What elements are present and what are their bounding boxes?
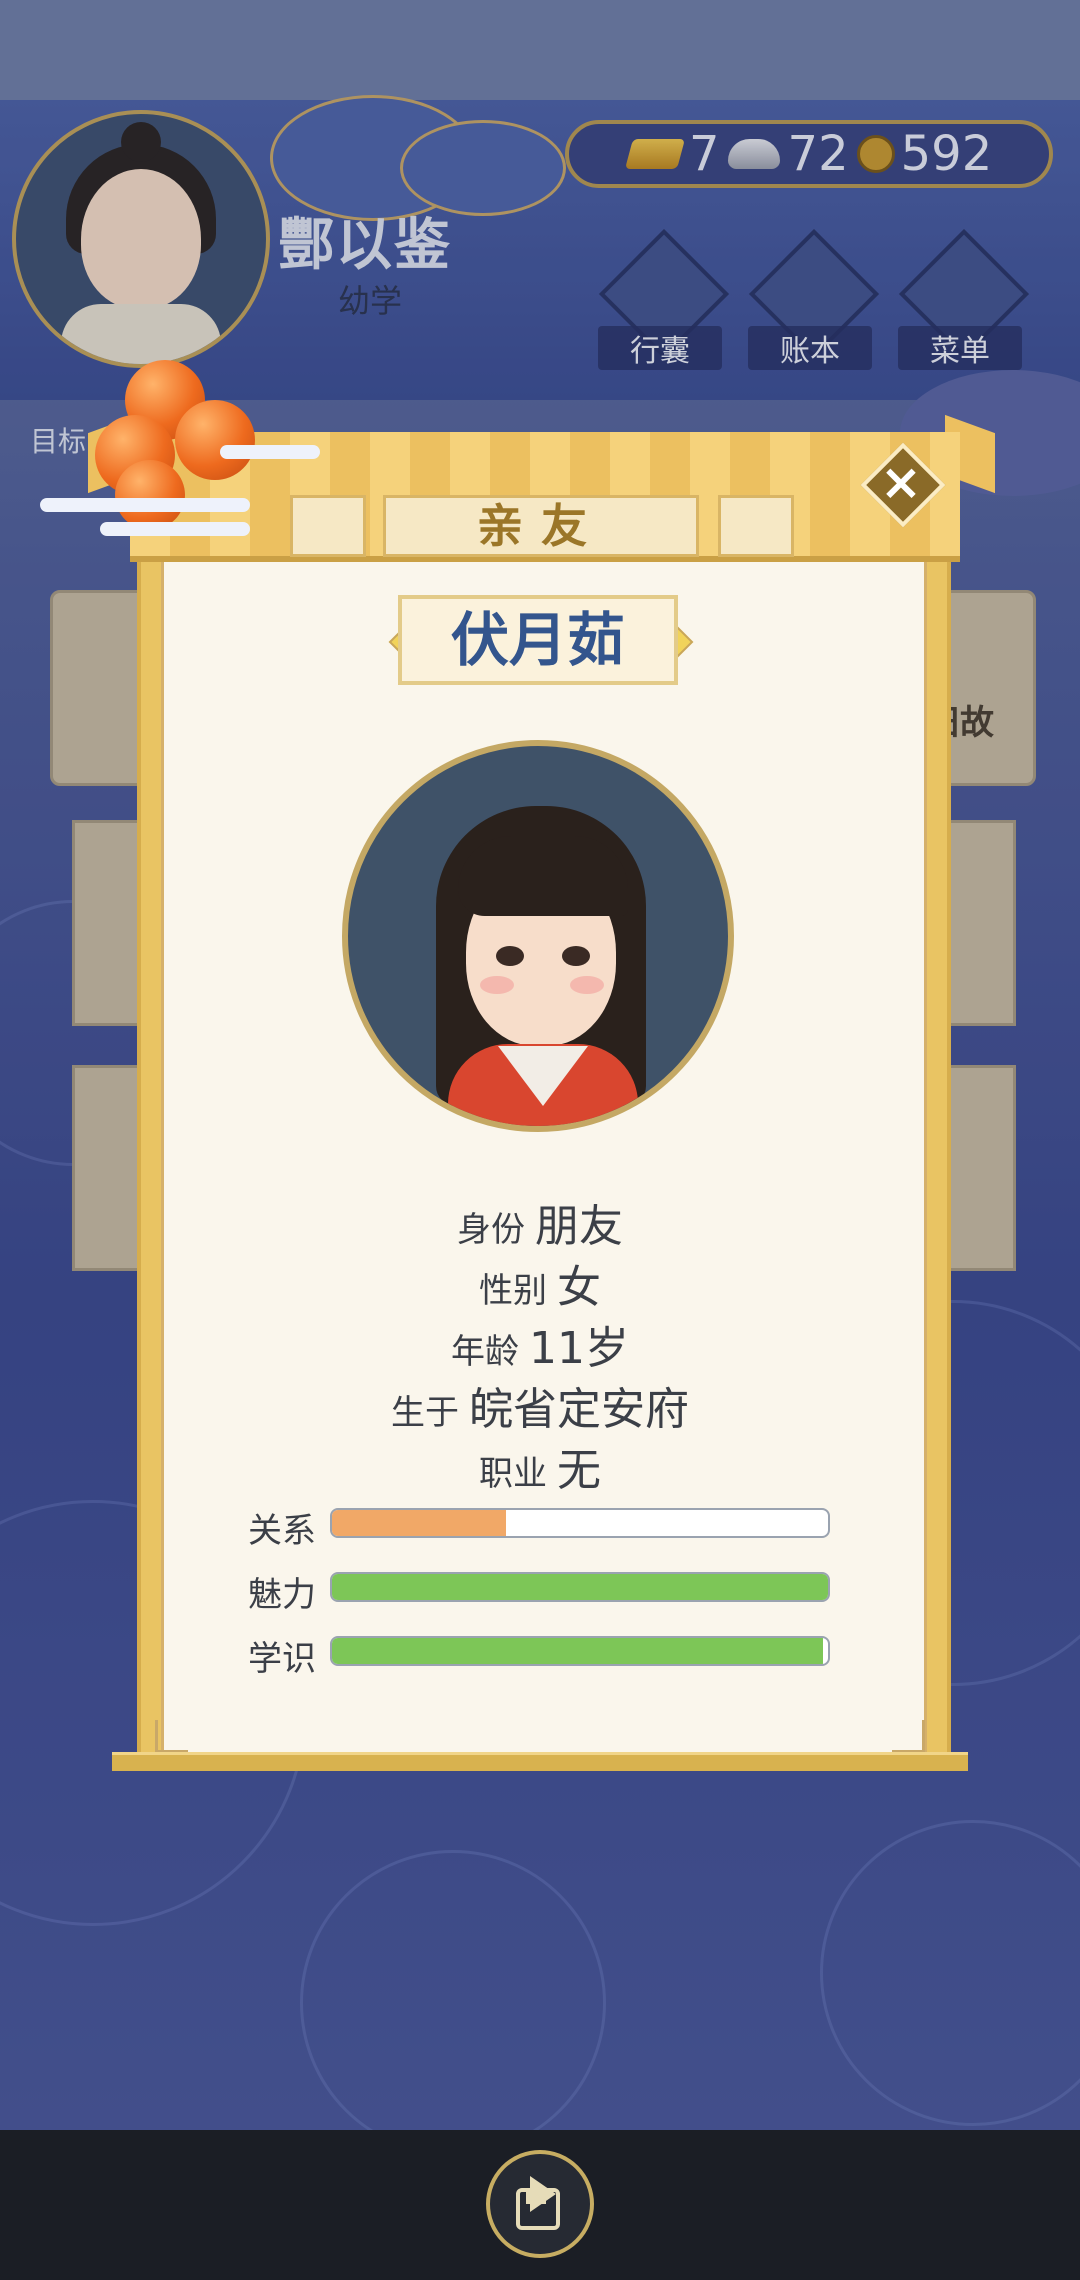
charm-bar: [330, 1572, 830, 1602]
info-value: 无: [557, 1445, 601, 1496]
cloud-line-decoration: [220, 445, 320, 459]
share-button[interactable]: [486, 2150, 594, 2258]
info-key: 年龄: [451, 1332, 519, 1372]
knowledge-fill: [332, 1638, 824, 1664]
relationship-fill: [332, 1510, 506, 1536]
info-value: 女: [557, 1262, 601, 1313]
character-name: 伏月茹: [398, 595, 678, 685]
stat-label-charm: 魅力: [248, 1575, 316, 1615]
header-ornament: [290, 495, 366, 557]
info-occupation: 职业无: [160, 1434, 920, 1498]
header-ornament: [718, 495, 794, 557]
corner-ornament: [155, 1720, 188, 1753]
info-birthplace: 生于 皖省定安府: [160, 1373, 920, 1437]
knowledge-bar: [330, 1636, 830, 1666]
info-value: 11岁: [529, 1323, 629, 1374]
corner-ornament: [892, 1720, 925, 1753]
info-age: 年龄 11岁: [160, 1312, 920, 1376]
cloud-line-decoration: [40, 498, 250, 512]
info-key: 生于: [391, 1393, 459, 1433]
candied-fruit-icon: [95, 360, 275, 530]
cloud-line-decoration: [100, 522, 250, 536]
info-value: 朋友: [535, 1201, 623, 1252]
info-value: 皖省定安府: [469, 1384, 689, 1435]
relationship-bar: [330, 1508, 830, 1538]
info-key: 身份: [457, 1210, 525, 1250]
info-key: 职业: [479, 1454, 547, 1494]
stat-label-knowledge: 学识: [248, 1639, 316, 1679]
charm-fill: [332, 1574, 828, 1600]
stat-label-relationship: 关系: [248, 1511, 316, 1551]
info-identity: 身份 朋友: [160, 1190, 920, 1254]
info-gender: 性别女: [160, 1251, 920, 1315]
panel-title: 亲友: [383, 495, 699, 557]
info-key: 性别: [479, 1271, 547, 1311]
panel-bottom-rod: [112, 1752, 968, 1771]
character-portrait: [342, 740, 734, 1132]
close-icon[interactable]: ×: [871, 452, 931, 512]
